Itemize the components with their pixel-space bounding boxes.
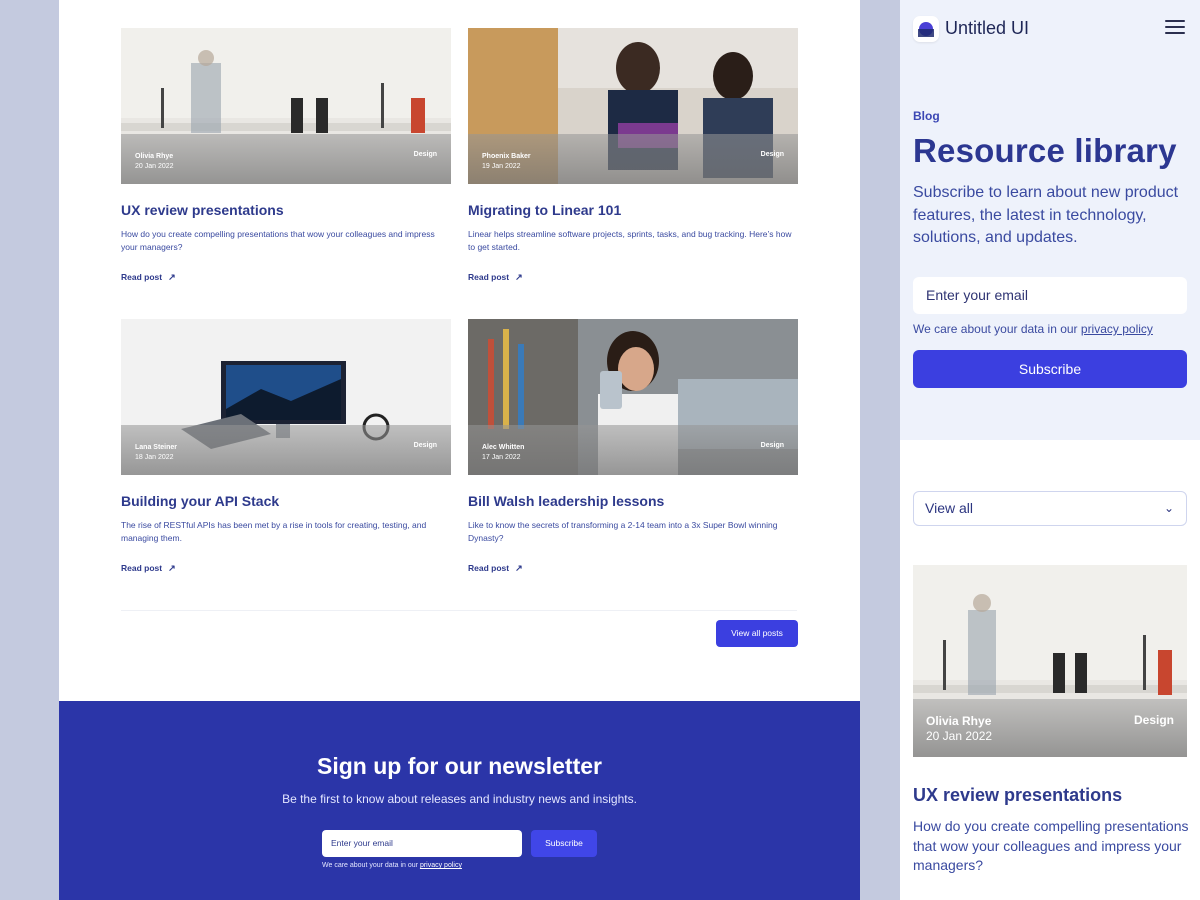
- newsletter-title: Sign up for our newsletter: [317, 753, 602, 779]
- post-author: Olivia Rhye: [926, 714, 992, 728]
- post-image[interactable]: Olivia Rhye 20 Jan 2022 Design: [913, 565, 1187, 757]
- mobile-hero: Untitled UI Blog Resource library Subscr…: [900, 0, 1200, 440]
- read-post-label: Read post: [468, 563, 510, 573]
- privacy-policy-link[interactable]: privacy policy: [1081, 322, 1153, 336]
- post-author: Phoenix Baker: [482, 153, 531, 160]
- post-category: Design: [413, 442, 437, 449]
- newsletter-subscribe-button[interactable]: Subscribe: [531, 830, 597, 857]
- post-excerpt: Linear helps streamline software project…: [468, 229, 792, 252]
- post-image: Olivia Rhye 20 Jan 2022 Design: [121, 28, 451, 184]
- post-image: Alec Whitten 17 Jan 2022 Design: [468, 319, 798, 475]
- subscribe-button[interactable]: Subscribe: [913, 350, 1187, 388]
- newsletter-subtitle: Be the first to know about releases and …: [282, 792, 637, 806]
- read-post-link[interactable]: Read post ↗: [121, 563, 176, 574]
- post-excerpt: Like to know the secrets of transforming…: [468, 520, 778, 543]
- read-post-link[interactable]: Read post ↗: [468, 272, 523, 283]
- post-image: Lana Steiner 18 Jan 2022 Design: [121, 319, 451, 475]
- logo-icon[interactable]: [913, 16, 939, 42]
- post-title[interactable]: UX review presentations: [121, 202, 451, 218]
- post-card[interactable]: Alec Whitten 17 Jan 2022 Design Bill Wal…: [468, 319, 798, 573]
- read-post-label: Read post: [468, 272, 510, 282]
- email-input[interactable]: Enter your email: [913, 277, 1187, 314]
- post-title[interactable]: Migrating to Linear 101: [468, 202, 798, 218]
- arrow-up-right-icon: ↗: [515, 272, 523, 282]
- arrow-up-right-icon: ↗: [168, 272, 176, 282]
- divider: [121, 610, 797, 611]
- menu-icon[interactable]: [1165, 20, 1185, 36]
- read-post-label: Read post: [121, 272, 163, 282]
- page-title: Resource library: [913, 132, 1177, 169]
- post-excerpt: The rise of RESTful APIs has been met by…: [121, 520, 427, 543]
- arrow-up-right-icon: ↗: [168, 563, 176, 573]
- post-date: 18 Jan 2022: [135, 454, 174, 461]
- post-title[interactable]: Bill Walsh leadership lessons: [468, 493, 798, 509]
- post-category: Design: [760, 442, 784, 449]
- app-name: Untitled UI: [945, 18, 1030, 38]
- read-post-label: Read post: [121, 563, 163, 573]
- desktop-blog-page: Olivia Rhye 20 Jan 2022 Design UX review…: [59, 0, 860, 900]
- post-title[interactable]: UX review presentations: [913, 785, 1122, 806]
- newsletter-section: Sign up for our newsletter Be the first …: [59, 701, 860, 900]
- eyebrow-label: Blog: [913, 109, 940, 123]
- newsletter-email-input[interactable]: Enter your email: [322, 830, 522, 857]
- post-author: Lana Steiner: [135, 444, 178, 451]
- post-category: Design: [413, 151, 437, 158]
- read-post-link[interactable]: Read post ↗: [121, 272, 176, 283]
- filter-value: View all: [925, 500, 973, 516]
- privacy-policy-link[interactable]: privacy policy: [420, 862, 462, 869]
- post-author: Olivia Rhye: [135, 153, 174, 160]
- post-date: 20 Jan 2022: [926, 729, 993, 743]
- post-card[interactable]: Olivia Rhye 20 Jan 2022 Design UX review…: [121, 28, 451, 282]
- view-all-posts-button[interactable]: View all posts: [716, 620, 798, 647]
- post-date: 19 Jan 2022: [482, 163, 521, 170]
- post-image: Phoenix Baker 19 Jan 2022 Design: [468, 28, 798, 184]
- post-author: Alec Whitten: [482, 444, 525, 451]
- post-category: Design: [760, 151, 784, 158]
- post-card[interactable]: Lana Steiner 18 Jan 2022 Design Building…: [121, 319, 451, 573]
- read-post-link[interactable]: Read post ↗: [468, 563, 523, 574]
- post-title[interactable]: Building your API Stack: [121, 493, 451, 509]
- arrow-up-right-icon: ↗: [515, 563, 523, 573]
- post-date: 20 Jan 2022: [135, 163, 174, 170]
- post-excerpt: How do you create compelling presentatio…: [913, 818, 1189, 873]
- privacy-note-text: We care about your data in our: [322, 862, 420, 869]
- post-date: 17 Jan 2022: [482, 454, 521, 461]
- page-description: Subscribe to learn about new product fea…: [913, 184, 1179, 246]
- post-category: Design: [1133, 713, 1174, 727]
- category-filter-select[interactable]: View all ⌄: [913, 491, 1187, 526]
- privacy-note-text: We care about your data in our: [913, 322, 1081, 336]
- post-card[interactable]: Phoenix Baker 19 Jan 2022 Design Migrati…: [468, 28, 798, 282]
- chevron-down-icon: ⌄: [1163, 501, 1174, 515]
- newsletter-privacy-note: We care about your data in our privacy p…: [322, 862, 462, 869]
- privacy-note: We care about your data in our privacy p…: [913, 322, 1153, 336]
- mobile-blog-page: Untitled UI Blog Resource library Subscr…: [900, 0, 1200, 900]
- post-excerpt: How do you create compelling presentatio…: [121, 229, 435, 252]
